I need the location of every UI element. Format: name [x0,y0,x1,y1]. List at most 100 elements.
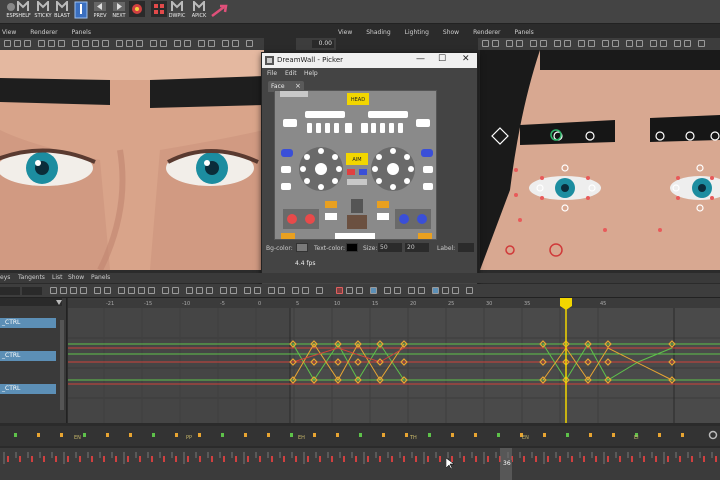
toolbar-icon[interactable] [232,40,239,47]
minimize-icon[interactable]: — [416,54,425,64]
toolbar-icon[interactable] [48,40,55,47]
toolbar-icon[interactable] [162,287,169,294]
toolbar-icon[interactable] [516,40,523,47]
time-slider[interactable]: 36 [0,448,720,480]
shelf-shelf-button[interactable]: SHELF [12,1,34,23]
toolbar-icon[interactable] [160,40,167,47]
menu-list[interactable]: List [52,274,63,281]
toolbar-icon[interactable] [118,287,125,294]
toolbar-icon[interactable] [408,287,415,294]
toolbar-icon[interactable] [698,40,705,47]
toolbar-icon[interactable] [588,40,595,47]
toolbar-icon[interactable] [612,40,619,47]
menu-panels[interactable]: Panels [514,29,533,36]
toolbar-icon[interactable] [492,40,499,47]
toolbar-icon[interactable] [268,287,275,294]
toolbar-icon[interactable] [684,40,691,47]
toolbar-icon[interactable] [150,40,157,47]
close-icon[interactable]: ✕ [462,54,470,64]
toolbar-icon[interactable] [230,287,237,294]
label-field[interactable] [458,243,474,252]
menu-show[interactable]: Show [68,274,84,281]
pen-arrow-icon[interactable] [210,4,228,18]
toolbar-icon[interactable] [82,40,89,47]
toolbar-icon[interactable] [452,287,459,294]
graph-editor-field[interactable] [22,287,42,295]
bg-color-swatch[interactable] [296,243,308,252]
graph-editor-field[interactable] [0,287,20,295]
viewport-value-field[interactable]: 0.00 [312,40,334,48]
menu-panels[interactable]: Panels [91,274,110,281]
toolbar-icon[interactable] [626,40,633,47]
toolbar-icon[interactable] [540,40,547,47]
toolbar-icon[interactable] [72,40,79,47]
red-key-shelf-button[interactable] [126,1,148,23]
toolbar-icon[interactable] [660,40,667,47]
toolbar-icon[interactable] [24,40,31,47]
menu-shading[interactable]: Shading [366,29,390,36]
menu-renderer[interactable]: Renderer [30,29,57,36]
menu-edit[interactable]: Edit [285,70,297,77]
toolbar-icon[interactable] [466,287,473,294]
toolbar-icon[interactable] [172,287,179,294]
toolbar-icon[interactable] [506,40,513,47]
picker-window[interactable]: DreamWall - Picker — ☐ ✕ File Edit Help … [261,52,478,287]
menu-renderer[interactable]: Renderer [473,29,500,36]
outliner-item[interactable]: _CTRL [0,351,56,361]
toolbar-icon[interactable] [384,287,391,294]
toolbar-icon[interactable] [220,287,227,294]
toolbar-icon[interactable] [148,287,155,294]
toolbar-icon[interactable] [138,287,145,294]
menu-keys[interactable]: eys [0,274,10,281]
toolbar-icon[interactable] [356,287,363,294]
toolbar-icon[interactable] [128,287,135,294]
toolbar-icon[interactable] [278,287,285,294]
toolbar-icon[interactable] [674,40,681,47]
menu-show[interactable]: Show [443,29,459,36]
toolbar-icon[interactable] [394,287,401,294]
toolbar-icon[interactable] [186,287,193,294]
dwpic-shelf-button[interactable]: DWPIC [166,1,188,23]
toolbar-icon[interactable] [578,40,585,47]
maximize-icon[interactable]: ☐ [438,54,446,64]
toolbar-icon[interactable] [126,40,133,47]
tab-close-icon[interactable]: × [295,82,301,90]
outliner-item[interactable]: _CTRL [0,384,56,394]
toolbar-icon[interactable] [198,40,205,47]
left-viewport[interactable] [0,50,264,270]
toolbar-icon[interactable] [102,40,109,47]
toolbar-icon[interactable] [80,287,87,294]
toolbar-icon[interactable] [554,40,561,47]
toolbar-icon[interactable] [316,287,323,294]
outliner-filter-field[interactable] [0,298,62,306]
toolbar-icon[interactable] [602,40,609,47]
toolbar-icon[interactable] [530,40,537,47]
menu-help[interactable]: Help [304,70,318,77]
toolbar-icon[interactable] [58,40,65,47]
key-markers-row[interactable]: EN PP EH TH EN EI [0,426,720,446]
toolbar-icon[interactable] [174,40,181,47]
toolbar-icon[interactable] [244,287,251,294]
outliner-item[interactable]: _CTRL [0,318,56,328]
toolbar-icon[interactable] [38,40,45,47]
toolbar-icon[interactable] [70,287,77,294]
right-viewport[interactable] [480,50,720,270]
toolbar-icon[interactable] [206,287,213,294]
toolbar-icon[interactable] [4,40,11,47]
toolbar-icon[interactable] [636,40,643,47]
toolbar-icon[interactable] [442,287,449,294]
menu-lighting[interactable]: Lighting [405,29,429,36]
chevron-down-icon[interactable] [56,300,62,305]
picker-titlebar[interactable]: DreamWall - Picker — ☐ ✕ [262,53,477,68]
toolbar-icon[interactable] [50,287,57,294]
size-height-field[interactable]: 20 [405,243,429,252]
toolbar-icon[interactable] [14,40,21,47]
settings-icon[interactable] [708,430,718,440]
toolbar-icon[interactable] [336,287,343,294]
size-width-field[interactable]: 50 [378,243,402,252]
toolbar-icon[interactable] [94,287,101,294]
toolbar-icon[interactable] [346,287,353,294]
menu-tangents[interactable]: Tangents [18,274,45,281]
toolbar-icon[interactable] [104,287,111,294]
apick-shelf-button[interactable]: APICK [188,1,210,23]
